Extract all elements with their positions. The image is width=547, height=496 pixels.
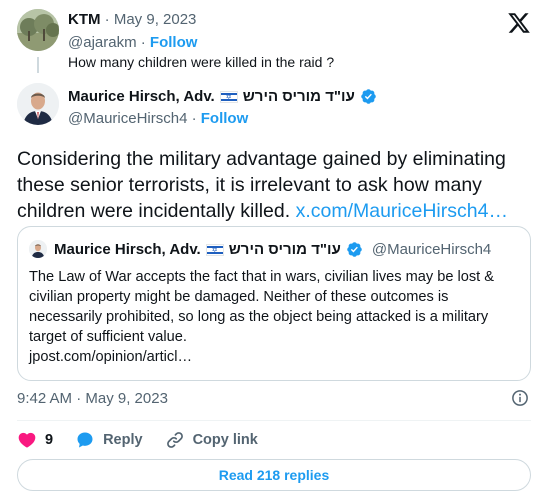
read-replies-label: Read 218 replies [218,467,330,483]
quoted-tweet-body: The Law of War accepts the fact that in … [29,269,495,345]
copy-link-button[interactable]: Copy link [165,430,258,450]
reply-avatar[interactable] [17,9,59,51]
reply-handle-row: @ajarakm · Follow [68,34,197,51]
israel-flag-icon: ✡ [219,90,238,103]
author-name[interactable]: Maurice Hirsch, Adv. [68,88,215,105]
thread-connector [37,57,39,73]
reply-separator: · [100,11,114,28]
verified-badge-icon[interactable] [360,88,377,105]
tweet-timestamp[interactable]: 9:42 AM · May 9, 2023 [17,390,168,407]
reply-date[interactable]: May 9, 2023 [114,11,197,28]
author-handle-row: @MauriceHirsch4 · Follow [68,110,248,127]
quoted-author-handle: @MauriceHirsch4 [371,241,492,258]
reply-label: Reply [103,432,143,448]
reply-text: How many children were killed in the rai… [68,54,335,70]
author-name-row: Maurice Hirsch, Adv. ✡ עו"ד מוריס הירש [68,88,377,105]
read-replies-button[interactable]: Read 218 replies [17,459,531,491]
quoted-tweet-link: jpost.com/opinion/articl… [29,349,193,365]
author-follow-button[interactable]: Follow [201,110,249,127]
author-avatar[interactable] [17,83,59,125]
reply-handle[interactable]: @ajarakm [68,34,137,51]
quoted-author-avatar [29,240,47,258]
tweet-text: Considering the military advantage gaine… [17,146,531,224]
quoted-author-row: Maurice Hirsch, Adv. ✡ עו"ד מוריס הירש @… [54,241,491,258]
info-icon[interactable] [511,389,529,407]
link-icon [166,432,183,448]
copy-link-label: Copy link [192,432,258,448]
reply-follow-separator: · [136,34,150,51]
like-button[interactable]: 9 [17,430,53,450]
like-count: 9 [45,432,54,448]
reply-header: KTM · May 9, 2023 [68,11,196,28]
author-hebrew-name[interactable]: עו"ד מוריס הירש [243,88,355,105]
heart-icon [18,432,36,448]
reply-bubble-icon [77,432,93,448]
tweet-link[interactable]: x.com/MauriceHirsch4… [296,200,508,222]
author-follow-separator: · [187,110,201,127]
author-handle[interactable]: @MauriceHirsch4 [68,110,187,127]
quoted-author-name: Maurice Hirsch, Adv. [54,241,201,258]
israel-flag-icon: ✡ [205,243,224,256]
divider [17,420,531,421]
quoted-tweet-text: The Law of War accepts the fact that in … [29,267,524,367]
reply-button[interactable]: Reply [75,430,143,450]
verified-badge-icon [347,242,362,257]
action-bar: 9 Reply Copy link [17,430,280,450]
x-logo-icon[interactable] [507,11,531,35]
reply-author-name[interactable]: KTM [68,11,101,28]
quoted-author-hebrew-name: עו"ד מוריס הירש [228,241,341,258]
reply-follow-button[interactable]: Follow [150,34,198,51]
